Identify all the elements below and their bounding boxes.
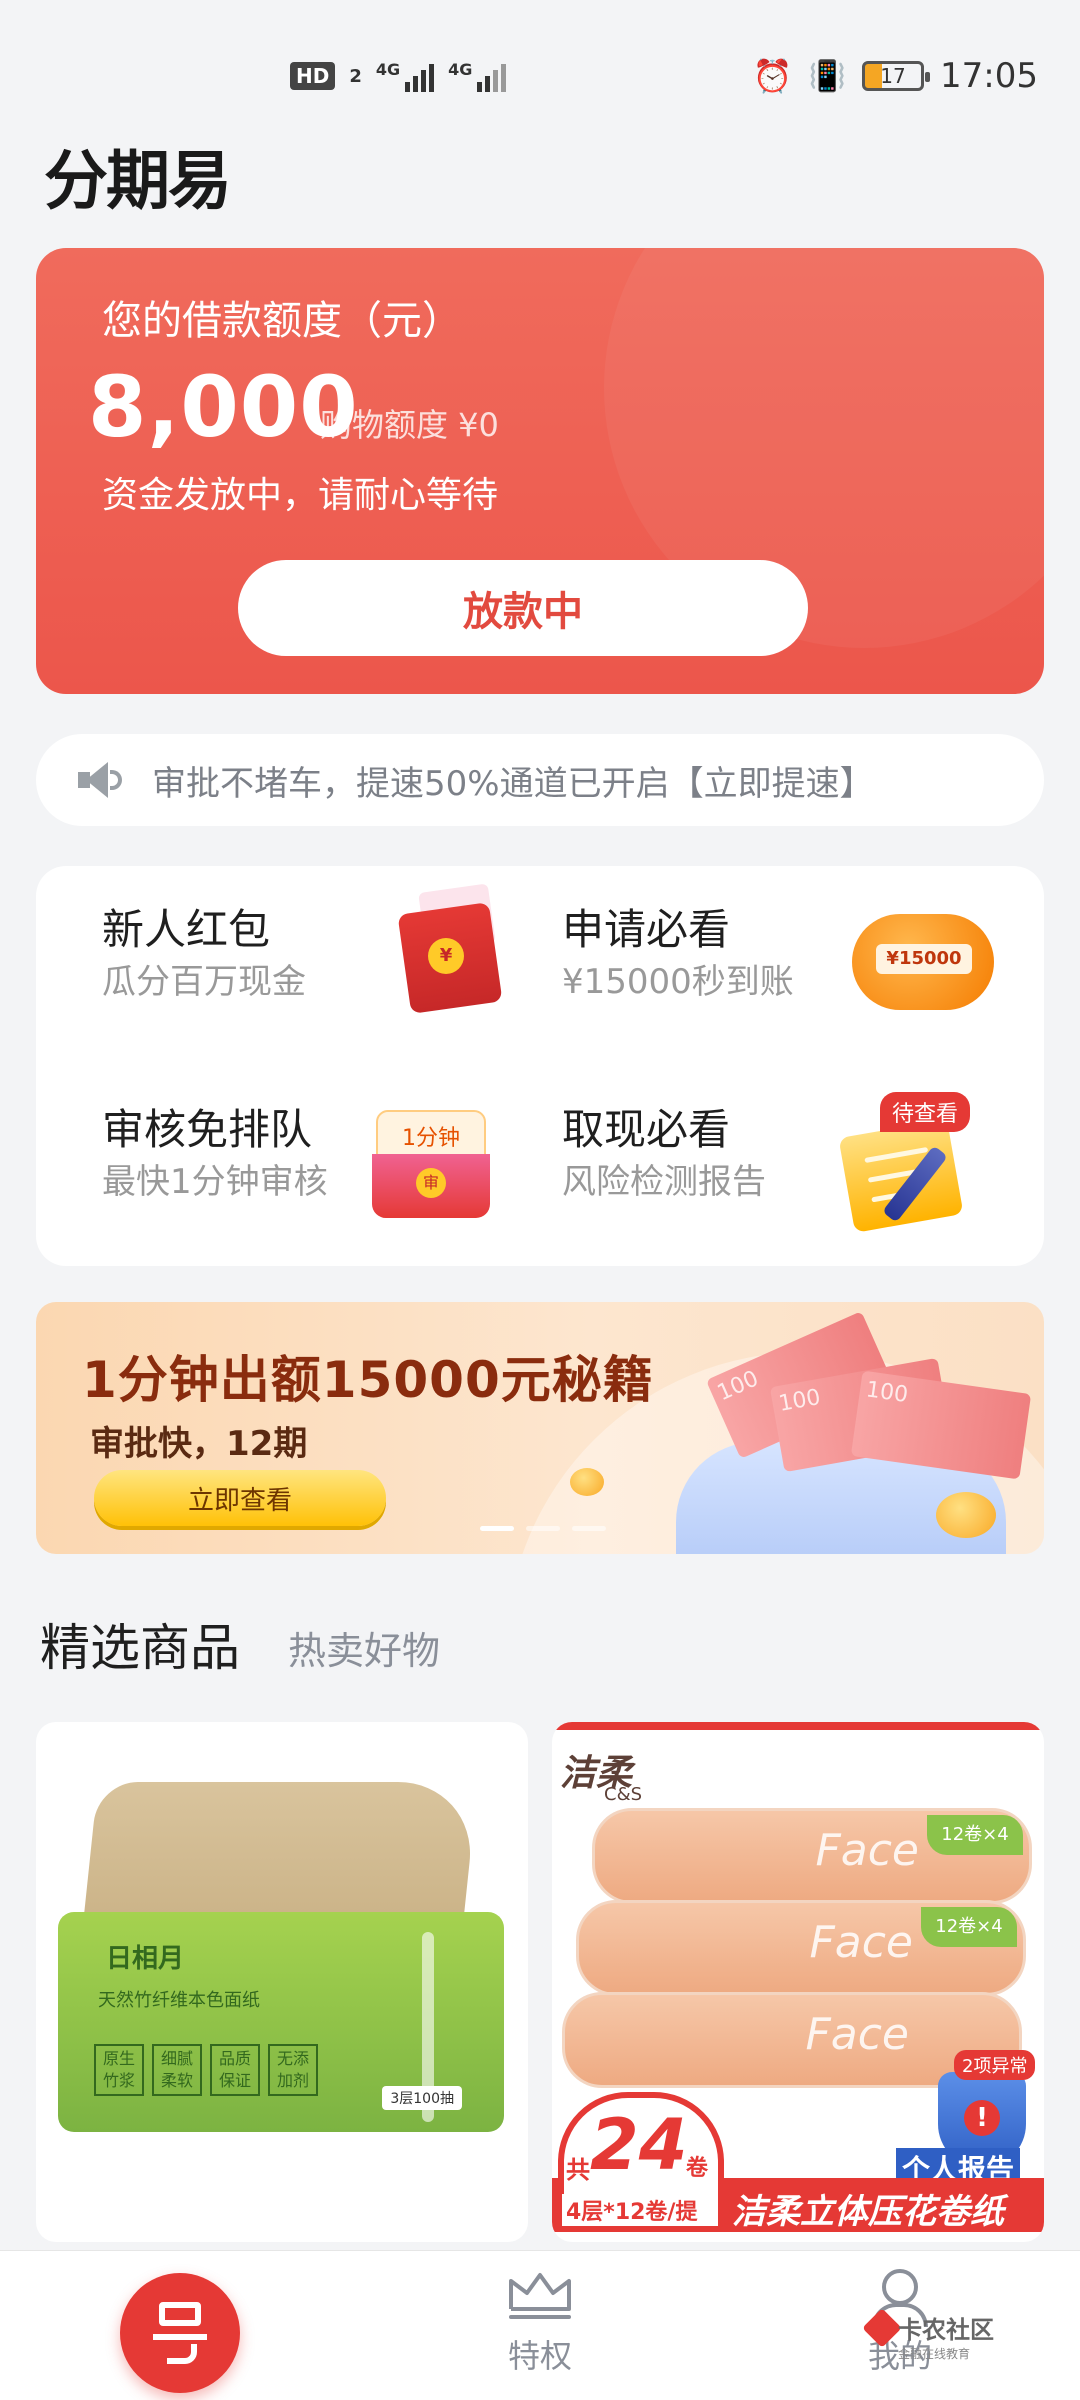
credit-card: 您的借款额度（元） 8,000 购物额度 ¥0 资金发放中，请耐心等待 放款中: [36, 248, 1044, 694]
notepad-icon: 待查看: [836, 1092, 976, 1233]
shopping-quota: 购物额度 ¥0: [320, 406, 499, 444]
product-tag: 原生竹浆: [94, 2044, 144, 2096]
feature-title: 取现必看: [562, 1105, 731, 1154]
feature-title: 新人红包: [102, 905, 271, 954]
signal-icon: 4G: [448, 60, 507, 92]
carousel-dot[interactable]: [480, 1526, 514, 1531]
promo-text: 洁柔立体压花卷纸: [732, 2192, 1004, 2232]
carousel-dots: [480, 1526, 606, 1531]
feature-subtitle: 最快1分钟审核: [102, 1162, 328, 1202]
tissue-box-illustration: 日相月 天然竹纤维本色面纸 原生竹浆 细腻柔软 品质保证 无添加剂 3层100抽: [58, 1912, 504, 2132]
product-tags: 原生竹浆 细腻柔软 品质保证 无添加剂: [94, 2044, 318, 2096]
watermark-sub: 金融在线教育: [898, 2347, 971, 2361]
product-brand: 日相月: [106, 1944, 185, 1974]
notice-text: 审批不堵车，提速50%通道已开启【立即提速】: [152, 763, 874, 804]
disbursing-button[interactable]: 放款中: [238, 560, 808, 656]
battery-icon: 17: [862, 61, 931, 91]
product-tag: 细腻柔软: [152, 2044, 202, 2096]
red-packet-icon: ¥: [394, 883, 504, 1014]
section-title: 精选商品: [40, 1619, 240, 1677]
product-tag: 品质保证: [210, 2044, 260, 2096]
sim-indicator: 2: [349, 65, 362, 87]
feature-title: 申请必看: [562, 905, 731, 954]
banner-subtitle: 审批快，12期: [90, 1424, 308, 1464]
feature-subtitle: 瓜分百万现金: [102, 962, 306, 1002]
clock: 17:05: [940, 56, 1038, 96]
watermark: 卡农社区 金融在线教育: [898, 2310, 994, 2362]
promo-prefix: 共: [566, 2156, 590, 2184]
nav-label: 特权: [507, 2337, 572, 2375]
product-card-toilet-roll[interactable]: 洁柔 C&S Face 12卷×4 Face 12卷×4 Face ! 2项异常…: [552, 1722, 1044, 2242]
banner-title: 1分钟出额15000元秘籍: [82, 1351, 654, 1409]
status-bar-right: ⏰ 📳 17 17:05: [753, 56, 1038, 96]
roll-pack-illustration: Face 12卷×4: [592, 1808, 1032, 1904]
product-tag: 无添加剂: [268, 2044, 318, 2096]
vibrate-icon: 📳: [808, 58, 847, 94]
nav-home-button[interactable]: [120, 2273, 240, 2393]
promo-banner[interactable]: 100 100 100 1分钟出额15000元秘籍 审批快，12期 立即查看: [36, 1302, 1044, 1554]
hd-badge: HD: [290, 62, 336, 90]
piggy-bank-icon: ¥15000: [848, 906, 998, 1016]
product-desc: 天然竹纤维本色面纸: [98, 1990, 260, 2011]
nav-privilege[interactable]: 特权: [480, 2269, 600, 2377]
pending-badge: 待查看: [880, 1092, 971, 1132]
carousel-dot[interactable]: [526, 1526, 560, 1531]
notice-bar[interactable]: 审批不堵车，提速50%通道已开启【立即提速】: [36, 734, 1044, 826]
crown-icon: [505, 2269, 575, 2323]
feature-subtitle: 风险检测报告: [562, 1162, 766, 1202]
section-subtitle: 热卖好物: [288, 1629, 441, 1673]
promo-number: 24: [590, 2104, 688, 2186]
feature-title: 审核免排队: [102, 1105, 313, 1154]
signal-icon: 4G: [376, 60, 435, 92]
product-count: 3层100抽: [382, 2086, 462, 2110]
brand-logo-en: C&S: [604, 1784, 643, 1805]
coin-icon: [570, 1468, 604, 1496]
coin-icon: [936, 1492, 996, 1538]
speaker-icon: [78, 760, 124, 800]
carousel-dot[interactable]: [572, 1526, 606, 1531]
promo-unit: 卷: [686, 2156, 709, 2181]
home-logo-icon: [153, 2302, 207, 2364]
feature-subtitle: ¥15000秒到账: [562, 962, 794, 1002]
view-now-button[interactable]: 立即查看: [94, 1470, 386, 1526]
watermark-name: 卡农社区: [898, 2316, 994, 2344]
alert-badge: 2项异常: [954, 2050, 1036, 2080]
promo-spec: 4层*12卷/提: [562, 2194, 702, 2226]
feature-grid: 新人红包 瓜分百万现金 ¥ 申请必看 ¥15000秒到账 ¥15000 审核免排…: [36, 866, 1044, 1266]
status-bar: HD 2 4G 4G ⏰ 📳 17 17:05: [0, 0, 1080, 150]
status-bar-left: HD 2 4G 4G: [290, 60, 507, 92]
product-card-tissue[interactable]: 日相月 天然竹纤维本色面纸 原生竹浆 细腻柔软 品质保证 无添加剂 3层100抽: [36, 1722, 528, 2242]
envelope-icon: 1分钟 审: [372, 1110, 490, 1218]
alarm-icon: ⏰: [752, 57, 793, 95]
credit-status: 资金发放中，请耐心等待: [102, 475, 499, 516]
roll-pack-illustration: Face 12卷×4: [576, 1900, 1026, 1996]
credit-title: 您的借款额度（元）: [102, 298, 462, 344]
credit-amount: 8,000: [88, 358, 359, 456]
app-logo: 分期易: [44, 145, 232, 219]
